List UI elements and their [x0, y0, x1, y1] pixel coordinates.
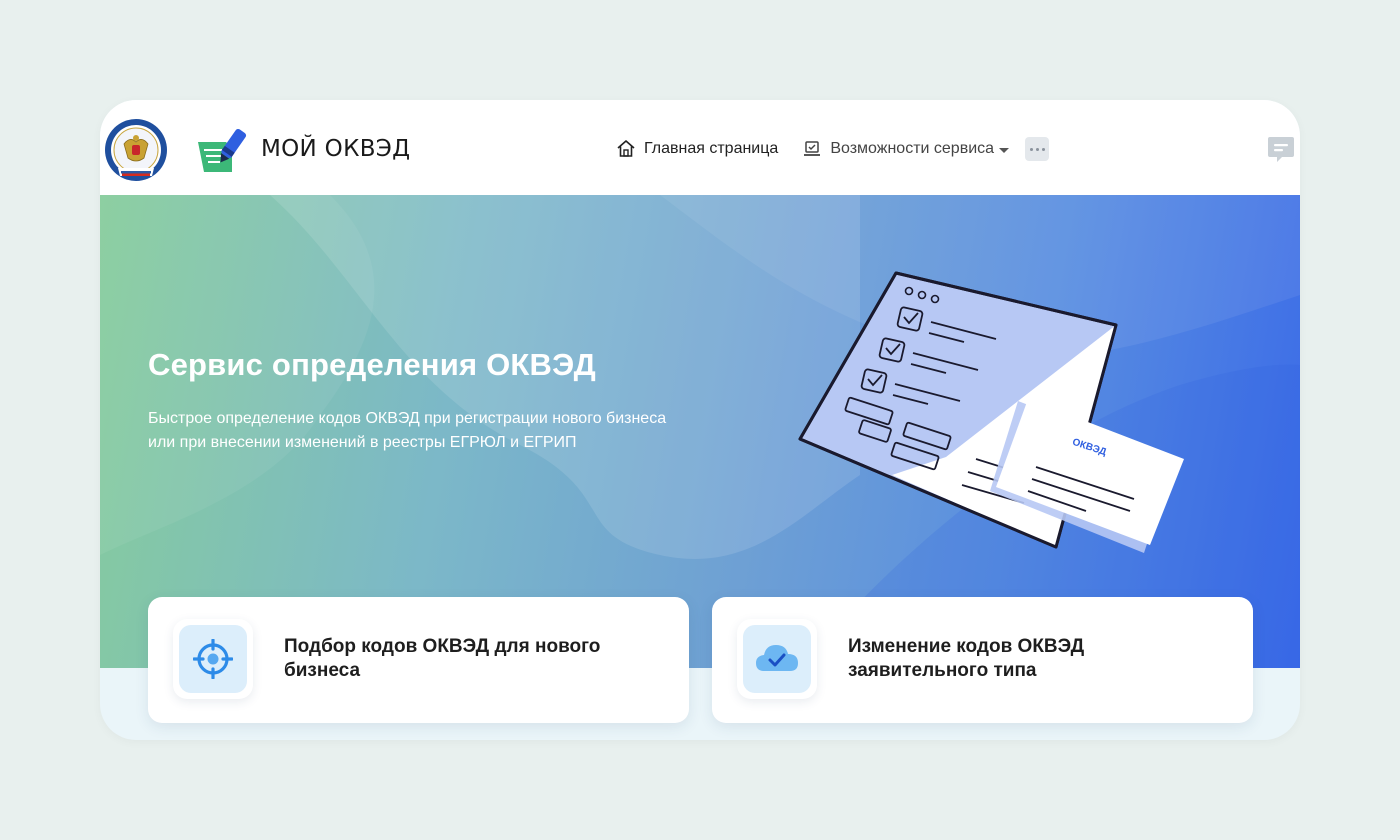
laptop-check-icon [804, 141, 821, 156]
home-icon [617, 140, 635, 157]
card-new-business-label: Подбор кодов ОКВЭД для нового бизнеса [284, 636, 601, 681]
chat-icon[interactable] [1266, 136, 1296, 164]
main-nav: Главная страница Возможности сервиса [616, 136, 1050, 162]
nav-home[interactable]: Главная страница [616, 139, 778, 159]
brand-title[interactable]: МОЙ ОКВЭД [261, 136, 410, 162]
nav-home-label: Главная страница [644, 140, 779, 157]
nav-features-label: Возможности сервиса [830, 140, 995, 157]
document-checklist-illustration: ОКВЭД [798, 271, 1184, 553]
hero-title: Сервис определения ОКВЭД [148, 347, 596, 382]
nav-features-dropdown[interactable]: Возможности сервиса [802, 139, 1010, 159]
hero-subtitle: Быстрое определение кодов ОКВЭД при реги… [148, 410, 667, 451]
more-button[interactable] [1025, 137, 1050, 161]
card-icon-frame [173, 619, 253, 699]
card-icon-frame [737, 619, 817, 699]
more-dots-icon [1029, 147, 1033, 151]
header: МОЙ ОКВЭД Главная страница Возможности с… [100, 100, 1300, 195]
card-change-codes-label: Изменение кодов ОКВЭД заявительного типа [848, 636, 1085, 681]
chevron-down-icon [999, 147, 1010, 153]
app-window: МОЙ ОКВЭД Главная страница Возможности с… [100, 100, 1300, 740]
target-icon [193, 639, 233, 679]
cloud-check-icon [756, 645, 798, 671]
card-change-codes[interactable]: Изменение кодов ОКВЭД заявительного типа [712, 597, 1253, 723]
card-new-business-codes[interactable]: Подбор кодов ОКВЭД для нового бизнеса [148, 597, 689, 723]
fns-emblem-icon[interactable] [104, 118, 168, 182]
brand-logo-icon[interactable] [196, 128, 248, 174]
